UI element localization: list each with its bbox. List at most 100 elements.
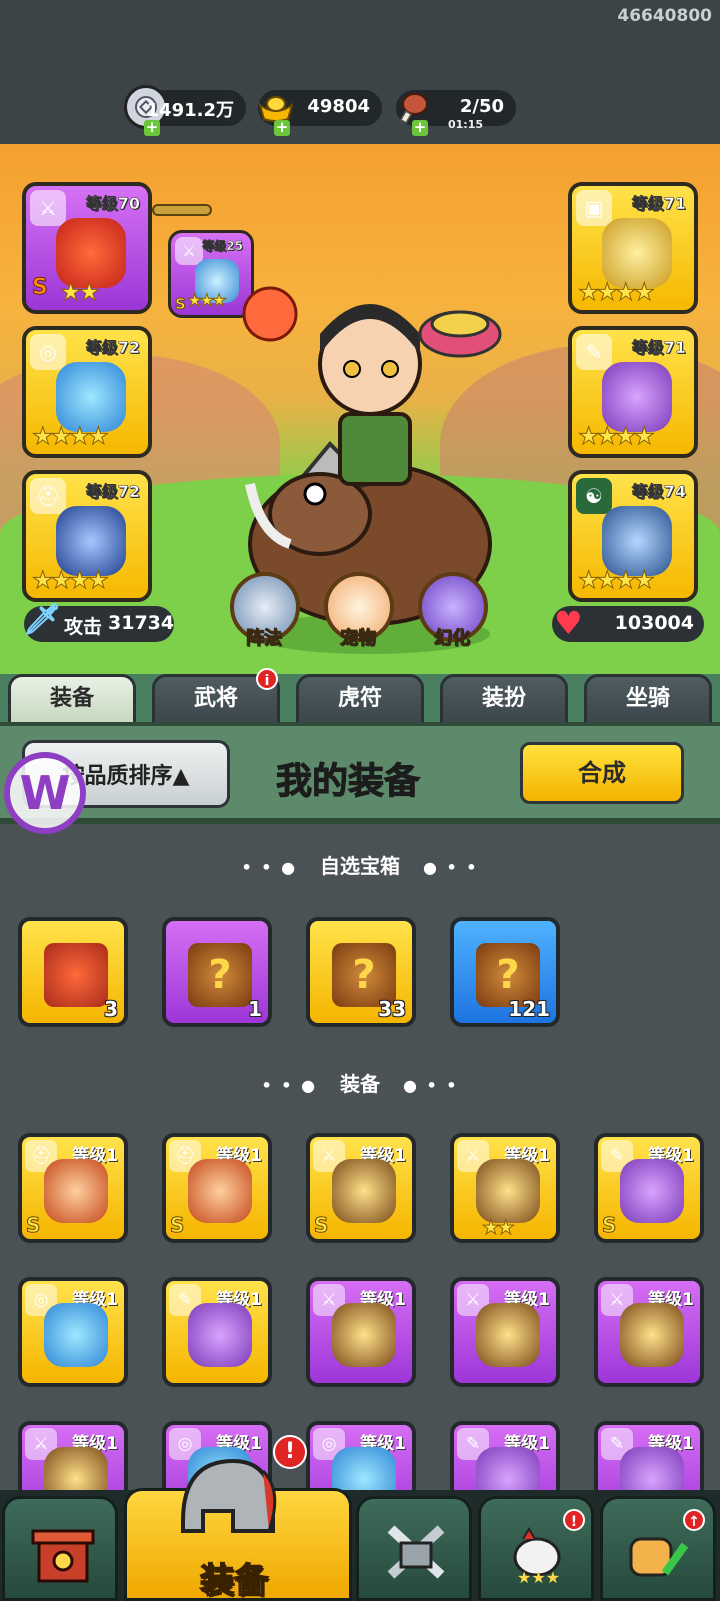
attack-stat: 🗡 攻击 31734 [23,602,175,642]
slot-stars: ★★★★ [31,566,109,595]
rank-badge: S [25,1213,41,1238]
scroll-equipment-art [188,1303,252,1367]
add-silver-icon[interactable]: + [144,120,160,136]
equip-slot-boots[interactable]: ☯ 等级74 ★★★★ [568,470,698,602]
rank-badge: S [32,275,49,301]
equip-slot-scroll[interactable]: ✎ 等级71 ★★★★ [568,326,698,458]
equipment-item[interactable]: ⛑ 等级1 S [162,1133,272,1243]
title-dots: • • ● [241,858,298,877]
equipment-section-title: • • ● 装备 ● • • [0,1068,720,1097]
nav-battle-button[interactable] [356,1496,472,1601]
gold-resource[interactable]: + 49804 [258,90,382,136]
equipment-item[interactable]: ⚔ 等级1 [594,1277,704,1387]
sword-equipment-art [332,1303,396,1367]
panel-header: 按品质排序▲ 我的装备 合成 [0,722,720,824]
stamina-resource[interactable]: + 2/50 01:15 [396,90,516,136]
notification-badge: ↑ [683,1509,705,1531]
slot-stars: ★★★★ [31,422,109,451]
rank-badge: S [175,295,187,314]
gate-icon [31,1529,95,1583]
player-uid: 46640800 [617,6,712,26]
rank-badge: S [313,1213,329,1238]
slot-stars: ★★★★ [577,422,655,451]
equipment-item[interactable]: ⚔ 等级1 [306,1277,416,1387]
equip-slot-armor[interactable]: ▣ 等级71 ★★★★ [568,182,698,314]
title-dots: ● • • [422,858,479,877]
crossed-swords-icon [387,1525,445,1579]
slot-stars: ★★★★ [577,566,655,595]
equipment-tabs: 装备 武将 i 虎符 装扮 坐骑 [0,668,720,722]
pet-label: 宠物 [340,628,377,650]
sword-icon: 🗡 [22,602,62,637]
fist-upgrade-icon [629,1537,689,1577]
tab-costume[interactable]: 装扮 [440,674,568,722]
chest-item[interactable]: ? 33 [306,917,416,1027]
combine-button[interactable]: 合成 [520,742,684,804]
hero-showcase: ⚔ 等级70 ★★ S ◎ 等级72 ★★★★ ⛑ 等级72 ★★★★ ⚔ 等级… [0,144,720,674]
armor-icon: ▣ [576,190,612,226]
equip-slot-medal[interactable]: ◎ 等级72 ★★★★ [22,326,152,458]
equip-slot-helmet[interactable]: ⛑ 等级72 ★★★★ [22,470,152,602]
add-stamina-icon[interactable]: + [412,120,428,136]
equipment-item[interactable]: ✎ 等级1 [162,1277,272,1387]
attack-label: 攻击 [64,616,103,638]
nav-home-button[interactable] [2,1496,118,1601]
hp-value: 103004 [614,612,694,634]
rank-badge: S [601,1213,617,1238]
helmet-equipment-art [44,1159,108,1223]
rooster-icon: ★★★ [513,1527,561,1585]
equipment-title: 装备 [340,1072,380,1096]
add-gold-icon[interactable]: + [274,120,290,136]
slot-level: 等级72 [85,482,140,502]
tab-mount[interactable]: 坐骑 [584,674,712,722]
notification-badge: i [256,668,278,690]
chests-section-title: • • ● 自选宝箱 ● • • [0,850,720,879]
equipment-item[interactable]: ✎ 等级1 S [594,1133,704,1243]
tab-tiger-tally[interactable]: 虎符 [296,674,424,722]
slot-level: 等级70 [85,194,140,214]
equipment-item[interactable]: ⚔ 等级1 [450,1277,560,1387]
slot-stars: ★★★★ [577,278,655,307]
equipment-item[interactable]: ⚔ 等级1 S [306,1133,416,1243]
chest-item[interactable]: ? 121 [450,917,560,1027]
attack-value: 31734 [108,612,175,634]
sword-icon: ⚔ [30,190,66,226]
title-dots: • • ● [261,1076,318,1095]
item-count: 33 [378,997,406,1021]
slot-stars: ★★★ [187,291,228,312]
equipment-item[interactable]: ⛑ 等级1 S [18,1133,128,1243]
gold-value: 49804 [307,96,370,117]
helmet-equipment-art [188,1159,252,1223]
notification-badge: ! [563,1509,585,1531]
title-dots: ● • • [402,1076,459,1095]
item-count: 3 [104,997,118,1021]
notification-badge: ! [273,1435,307,1469]
equip-slot-weapon[interactable]: ⚔ 等级70 ★★ S [22,182,152,314]
svg-text:★★★: ★★★ [517,1568,560,1585]
silver-resource[interactable]: + 1491.2万 [124,85,246,136]
item-stars: ★★ [482,1215,516,1240]
equipment-item[interactable]: ◎ 等级1 [18,1277,128,1387]
sword-equipment-art [476,1159,540,1223]
nav-equipment-label: 装备 [199,1560,269,1601]
top-bar: 46640800 + 1491.2万 + 49804 + 2/50 01:15 [0,0,720,144]
equipment-item[interactable]: ⚔ 等级1 ★★ [450,1133,560,1243]
scroll-equipment-art [620,1159,684,1223]
nav-event-button[interactable]: ★★★ ! [478,1496,594,1601]
game-screen: { "player": { "uid": "46640800" }, "reso… [0,0,720,1601]
sword-equipment-art [620,1303,684,1367]
stamina-value: 2/50 [459,96,504,117]
overlay-logo[interactable]: W [4,752,86,834]
chest-item[interactable]: 3 [18,917,128,1027]
rank-badge: S [169,1213,185,1238]
tab-equipment[interactable]: 装备 [8,674,136,722]
slot-stars: ★★ [59,278,100,307]
helmet-icon: ⛑ [30,478,66,514]
silver-value: 1491.2万 [146,100,234,121]
hp-stat: ♥ 103004 [552,604,704,642]
multi-chest-icon [44,943,108,1007]
heart-icon: ♥ [554,604,583,642]
item-count: 1 [248,997,262,1021]
chest-item[interactable]: ? 1 [162,917,272,1027]
nav-upgrade-button[interactable]: ↑ [600,1496,716,1601]
